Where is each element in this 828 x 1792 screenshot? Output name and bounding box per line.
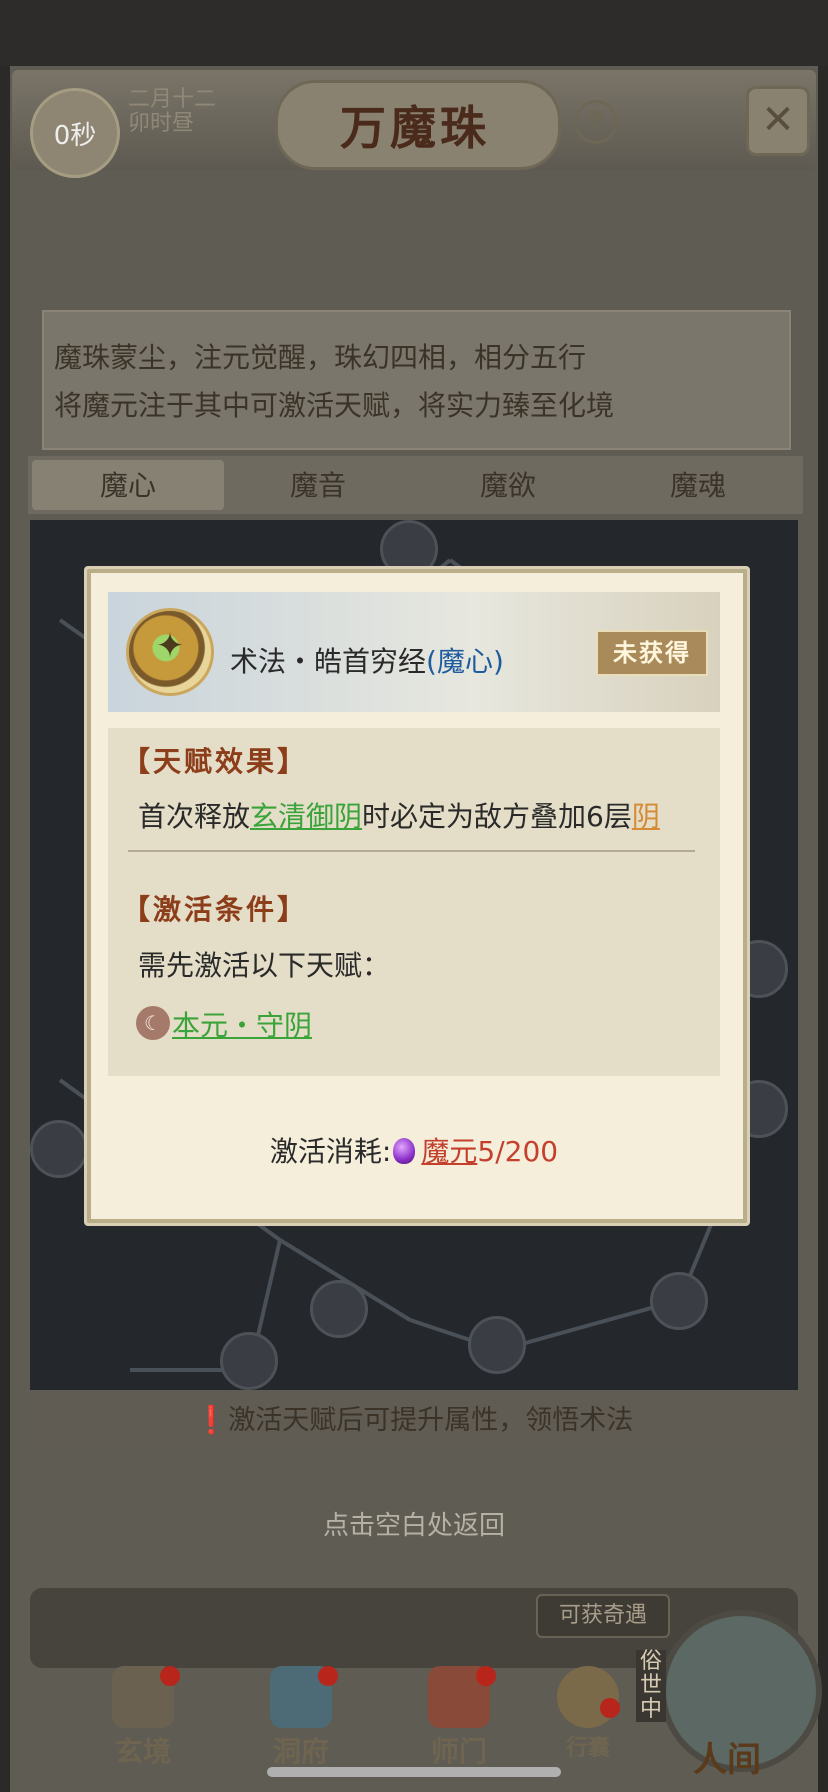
tab-moxin[interactable]: 魔心 <box>48 464 208 504</box>
tap-to-return-text[interactable]: 点击空白处返回 <box>0 1505 828 1542</box>
info-icon: ❗ <box>194 1405 229 1436</box>
status-link-yin[interactable]: 阴 <box>632 800 660 833</box>
nav-label: 洞府 <box>272 1735 329 1768</box>
date-line-2: 卯时昼 <box>128 111 195 136</box>
effect-section-title: 【天赋效果】 <box>122 745 309 778</box>
close-button[interactable]: ✕ <box>746 86 810 156</box>
nav-label: 玄境 <box>114 1735 171 1768</box>
home-indicator[interactable] <box>267 1767 561 1777</box>
demon-essence-gem-icon <box>393 1138 416 1164</box>
help-button[interactable]: ? <box>574 100 618 144</box>
cost-resource-link[interactable]: 魔元 <box>421 1135 477 1168</box>
requirement-section-title: 【激活条件】 <box>122 893 309 926</box>
requirement-text: 需先激活以下天赋： <box>138 949 391 982</box>
encounter-badge[interactable]: 可获奇遇 <box>536 1594 670 1638</box>
description-line-2: 将魔元注于其中可激活天赋，将实力臻至化境 <box>54 389 615 422</box>
skill-glyph-icon: ✦ <box>155 626 185 666</box>
status-badge: 未获得 <box>596 630 708 676</box>
section-divider <box>128 850 695 852</box>
effect-text-mid: 时必定为敌方叠加6层 <box>362 800 632 833</box>
hint-text: 激活天赋后可提升属性，领悟术法 <box>228 1405 634 1436</box>
skill-name: 术法・皓首穷经(魔心) <box>230 640 504 680</box>
notification-dot <box>600 1698 620 1718</box>
secular-label: 俗世中 <box>636 1650 666 1722</box>
talent-node[interactable] <box>650 1272 708 1330</box>
activation-cost: 激活消耗: 魔元5/200 <box>0 1130 828 1170</box>
notification-dot <box>476 1666 496 1686</box>
cost-value: 5/200 <box>477 1135 559 1168</box>
talent-node[interactable] <box>310 1280 368 1338</box>
nav-label: 师门 <box>430 1735 487 1768</box>
description-box <box>42 310 791 450</box>
tab-moyu[interactable]: 魔欲 <box>428 464 588 504</box>
nav-xingnang[interactable]: 行囊 <box>538 1660 638 1770</box>
talent-yin-icon: ☾ <box>136 1006 170 1040</box>
nav-xuanjing[interactable]: 玄境 <box>88 1660 198 1770</box>
game-date: 二月十二 卯时昼 <box>128 88 216 136</box>
talent-node[interactable] <box>468 1316 526 1374</box>
nav-label: 行囊 <box>565 1735 610 1761</box>
timer-badge: 0秒 <box>30 88 120 178</box>
page-title: 万魔珠 <box>340 101 490 155</box>
talent-node[interactable] <box>220 1332 278 1390</box>
hint-bar: ❗激活天赋后可提升属性，领悟术法 <box>30 1393 798 1449</box>
skill-type: (魔心) <box>426 645 504 678</box>
tab-moyin[interactable]: 魔音 <box>238 464 398 504</box>
description-line-1: 魔珠蒙尘，注元觉醒，珠幻四相，相分五行 <box>54 341 587 374</box>
nav-renjian[interactable]: 人间 <box>672 1732 782 1781</box>
date-line-1: 二月十二 <box>128 87 217 112</box>
effect-description: 首次释放玄清御阴时必定为敌方叠加6层阴 <box>138 795 660 835</box>
notification-dot <box>160 1666 180 1686</box>
skill-name-text: 术法・皓首穷经 <box>230 645 427 678</box>
notification-dot <box>318 1666 338 1686</box>
effect-text-pre: 首次释放 <box>138 800 251 833</box>
nav-shimen[interactable]: 师门 <box>404 1660 514 1770</box>
status-area <box>0 0 828 66</box>
cost-label: 激活消耗: <box>269 1135 392 1168</box>
required-talent-link[interactable]: 本元・守阴 <box>172 1004 312 1044</box>
bag-icon <box>557 1666 619 1728</box>
tab-mohun[interactable]: 魔魂 <box>618 464 778 504</box>
skill-link-xuanqing[interactable]: 玄清御阴 <box>250 800 362 833</box>
nav-dongfu[interactable]: 洞府 <box>246 1660 356 1770</box>
